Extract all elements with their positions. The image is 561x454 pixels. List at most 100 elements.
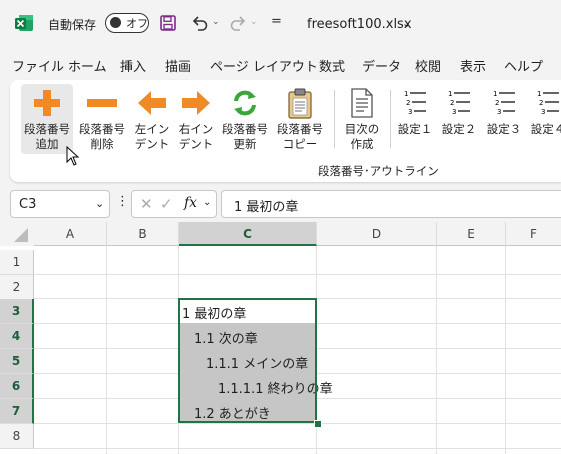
tab-help[interactable]: ヘルプ (504, 56, 543, 75)
enter-icon[interactable]: ✓ (160, 195, 173, 213)
button-label: 設定３ (486, 122, 522, 136)
left-arrow-icon (136, 88, 168, 122)
name-box[interactable]: C3 ⌄ (10, 190, 110, 218)
minus-icon (86, 88, 118, 122)
column-header-b[interactable]: B (107, 222, 179, 246)
setting-3-button[interactable]: 123 設定３ (484, 84, 524, 154)
button-label: デント (134, 137, 170, 151)
numbered-list-icon: 123 (402, 88, 428, 120)
cancel-icon[interactable]: ✕ (140, 195, 153, 213)
file-name[interactable]: freesoft100.xlsx (307, 17, 412, 32)
button-label: 右イン (178, 122, 214, 136)
undo-icon[interactable] (190, 13, 210, 36)
tab-formulas[interactable]: 数式 (319, 56, 345, 75)
button-label: 段落番号 (277, 122, 323, 136)
delete-numbering-button[interactable]: 段落番号 削除 (76, 84, 128, 154)
select-all-corner[interactable] (0, 222, 34, 246)
plus-icon (32, 88, 62, 122)
undo-dropdown-chevron-icon[interactable]: ⌄ (212, 17, 220, 27)
indent-right-button[interactable]: 右イン デント (176, 84, 216, 154)
autosave-label: 自動保存 (48, 18, 97, 32)
button-label: 削除 (90, 137, 114, 151)
column-header-d[interactable]: D (317, 222, 437, 246)
numbered-list-icon: 123 (535, 88, 561, 120)
fill-handle[interactable] (314, 420, 322, 428)
excel-logo-icon (14, 13, 34, 33)
row-header-1[interactable]: 1 (0, 250, 34, 275)
button-label: 段落番号 (24, 122, 70, 136)
update-numbering-button[interactable]: 段落番号 更新 (219, 84, 271, 154)
insert-function-icon[interactable]: fx (184, 195, 197, 211)
mouse-cursor-icon (66, 145, 80, 169)
setting-4-button[interactable]: 123 設定４ (528, 84, 561, 154)
setting-2-button[interactable]: 123 設定２ (439, 84, 479, 154)
row-header-8[interactable]: 8 (0, 424, 34, 449)
create-toc-button[interactable]: 目次の 作成 (340, 84, 384, 154)
svg-text:1: 1 (537, 90, 541, 98)
ribbon-tabs: ファイル ホーム 挿入 描画 ページ レイアウト 数式 データ 校閲 表示 ヘル… (0, 52, 561, 76)
tab-review[interactable]: 校閲 (415, 56, 441, 75)
svg-text:3: 3 (497, 108, 501, 116)
formula-input[interactable]: 1 最初の章 (221, 190, 561, 218)
row-header-4[interactable]: 4 (0, 324, 34, 349)
button-label: デント (178, 137, 214, 151)
svg-text:1: 1 (448, 90, 452, 98)
setting-1-button[interactable]: 123 設定１ (395, 84, 435, 154)
title-bar: 自動保存 オフ ⌄ ⌄ = freesoft100.xlsx ⌄ (0, 0, 561, 48)
chevron-down-icon[interactable]: ⌄ (203, 197, 211, 208)
row-header-5[interactable]: 5 (0, 349, 34, 374)
chevron-down-icon[interactable]: ⌄ (95, 197, 104, 210)
row-header-7[interactable]: 7 (0, 399, 34, 424)
formula-value: 1 最初の章 (234, 200, 299, 215)
tab-data[interactable]: データ (362, 56, 401, 75)
add-numbering-button[interactable]: 段落番号 追加 (21, 84, 73, 154)
ribbon-panel: 段落番号追加 段落番号削除 左インデント 右インデント 段落番号更新 (10, 80, 561, 182)
numbered-list-icon: 123 (491, 88, 517, 120)
row-header-6[interactable]: 6 (0, 374, 34, 399)
copy-numbering-button[interactable]: 段落番号 コピー (274, 84, 326, 154)
customize-qat-icon[interactable]: = (271, 14, 282, 29)
toggle-state-text: オフ (126, 17, 148, 30)
redo-icon (228, 13, 248, 36)
tab-file[interactable]: ファイル (12, 56, 64, 75)
indent-left-button[interactable]: 左イン デント (132, 84, 172, 154)
clipboard-icon (287, 88, 313, 124)
filename-chevron-down-icon[interactable]: ⌄ (402, 17, 411, 30)
tab-home[interactable]: ホーム (68, 56, 107, 75)
button-label: 設定４ (530, 122, 561, 136)
column-header-c[interactable]: C (179, 222, 317, 246)
row-header-3[interactable]: 3 (0, 299, 34, 324)
right-arrow-icon (180, 88, 212, 122)
ribbon-separator (334, 90, 335, 148)
button-label: コピー (282, 137, 318, 151)
numbered-list-icon: 123 (446, 88, 472, 120)
tab-view[interactable]: 表示 (460, 56, 486, 75)
selection-border (178, 298, 317, 423)
button-label: 設定２ (441, 122, 477, 136)
gridline (34, 423, 561, 424)
row-header-2[interactable]: 2 (0, 275, 34, 300)
refresh-icon (231, 88, 259, 122)
autosave-toggle[interactable]: オフ (105, 13, 149, 33)
tab-insert[interactable]: 挿入 (120, 56, 146, 75)
gridline (34, 448, 561, 449)
svg-text:2: 2 (450, 99, 454, 107)
button-label: 更新 (233, 137, 257, 151)
svg-text:1: 1 (493, 90, 497, 98)
svg-text:3: 3 (541, 108, 545, 116)
button-label: 作成 (350, 137, 374, 151)
save-icon[interactable] (160, 15, 176, 34)
tab-draw[interactable]: 描画 (165, 56, 191, 75)
more-options-icon[interactable]: ⋮ (116, 194, 129, 209)
document-icon (350, 88, 374, 122)
name-box-value: C3 (19, 197, 37, 212)
button-label: 設定１ (397, 122, 433, 136)
svg-text:2: 2 (539, 99, 543, 107)
column-header-e[interactable]: E (437, 222, 506, 246)
column-header-f[interactable]: F (506, 222, 561, 246)
svg-text:2: 2 (406, 99, 410, 107)
svg-text:2: 2 (495, 99, 499, 107)
button-label: 左イン (134, 122, 170, 136)
column-header-a[interactable]: A (34, 222, 107, 246)
tab-page-layout[interactable]: ページ レイアウト (210, 56, 318, 75)
